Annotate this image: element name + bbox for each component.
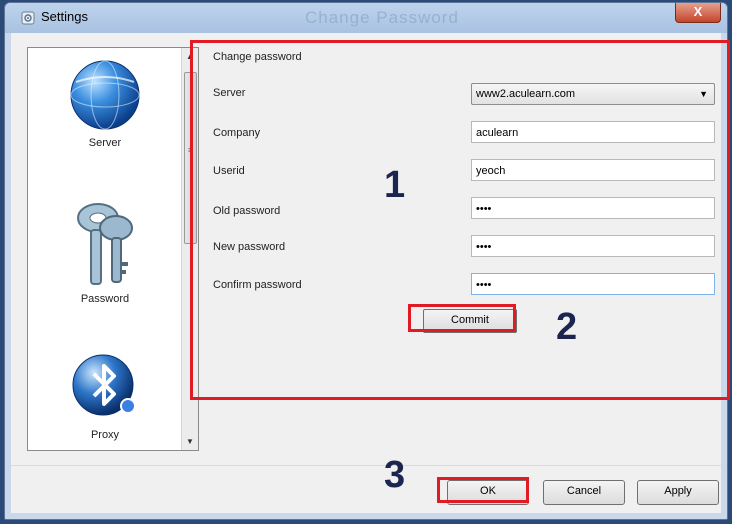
apply-button[interactable]: Apply xyxy=(637,480,719,505)
scroll-down-icon[interactable]: ▼ xyxy=(182,437,198,446)
sidebar-item-server[interactable]: Server xyxy=(28,58,182,149)
bluetooth-icon xyxy=(72,354,136,416)
sidebar-item-label: Proxy xyxy=(90,429,120,441)
category-list: Server Password Proxy ▲ ≡ ▼ xyxy=(27,47,199,451)
keys-icon xyxy=(77,203,133,285)
callout-number-3: 3 xyxy=(384,454,406,496)
callout-number-2: 2 xyxy=(556,306,578,348)
window-title: Settings xyxy=(41,9,88,24)
globe-icon xyxy=(70,60,140,130)
settings-app-icon xyxy=(21,11,35,25)
sidebar-item-password[interactable]: Password xyxy=(28,196,182,305)
footer-divider xyxy=(11,465,721,466)
title-bar[interactable]: Settings Change Password X xyxy=(5,3,727,33)
callout-box-ok xyxy=(437,477,529,503)
callout-box-change-password xyxy=(190,40,730,400)
callout-box-commit xyxy=(408,304,516,332)
cancel-button[interactable]: Cancel xyxy=(543,480,625,505)
callout-number-1: 1 xyxy=(384,164,406,206)
sidebar-item-label: Password xyxy=(80,293,130,305)
title-watermark: Change Password xyxy=(305,8,459,27)
close-button[interactable]: X xyxy=(675,3,721,23)
sidebar-item-label: Server xyxy=(88,137,122,149)
sidebar-item-proxy[interactable]: Proxy xyxy=(28,350,182,441)
close-icon: X xyxy=(693,4,703,19)
